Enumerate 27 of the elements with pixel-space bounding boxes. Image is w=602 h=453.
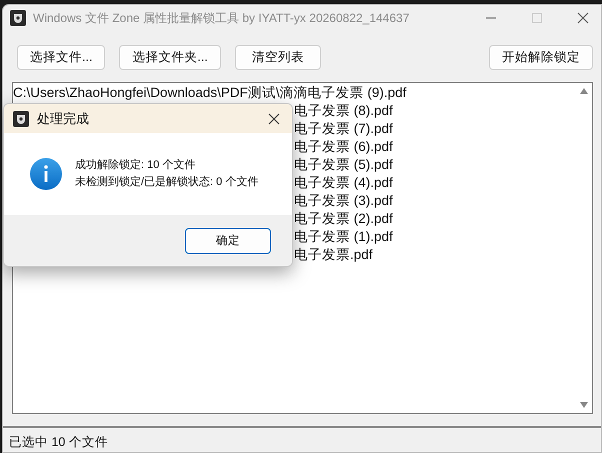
file-path[interactable]: 电子发票 (5).pdf (294, 157, 393, 172)
file-path[interactable]: 电子发票 (6).pdf (294, 139, 393, 154)
file-path[interactable]: 电子发票 (1).pdf (294, 229, 393, 244)
toolbar-button[interactable]: 选择文件... (17, 45, 106, 70)
info-icon (30, 158, 62, 190)
file-path[interactable]: 电子发票.pdf (294, 247, 373, 262)
toolbar-button[interactable]: 清空列表 (234, 45, 321, 70)
ok-button[interactable]: 确定 (185, 228, 271, 254)
file-path[interactable]: 电子发票 (4).pdf (294, 175, 393, 190)
file-path[interactable]: 电子发票 (3).pdf (294, 193, 393, 208)
dialog-message: 未检测到锁定/已是解锁状态: 0 个文件 (75, 174, 258, 190)
close-icon[interactable] (268, 112, 280, 124)
app-icon (10, 10, 26, 26)
start-unlock-button[interactable]: 开始解除锁定 (489, 45, 593, 70)
status-bar: 已选中 10 个文件 (3, 426, 601, 452)
file-path[interactable]: C:\Users\ZhaoHongfei\Downloads\PDF测试\滴滴电子发票 (9).pdf (13, 85, 406, 100)
dialog-title: 处理完成 (37, 110, 89, 128)
file-path[interactable]: 电子发票 (7).pdf (294, 121, 393, 136)
close-icon[interactable] (577, 12, 589, 24)
app-icon (13, 110, 29, 126)
scroll-down-icon[interactable] (580, 402, 588, 408)
dialog-message: 成功解除锁定: 10 个文件 (75, 158, 196, 173)
toolbar-button[interactable]: 选择文件夹... (119, 45, 221, 70)
scroll-up-icon[interactable] (580, 88, 588, 94)
file-path[interactable]: 电子发票 (2).pdf (294, 211, 393, 226)
file-path[interactable]: 电子发票 (8).pdf (294, 103, 393, 118)
window-title: Windows 文件 Zone 属性批量解锁工具 by IYATT-yx 20260822_144637 (33, 10, 410, 26)
